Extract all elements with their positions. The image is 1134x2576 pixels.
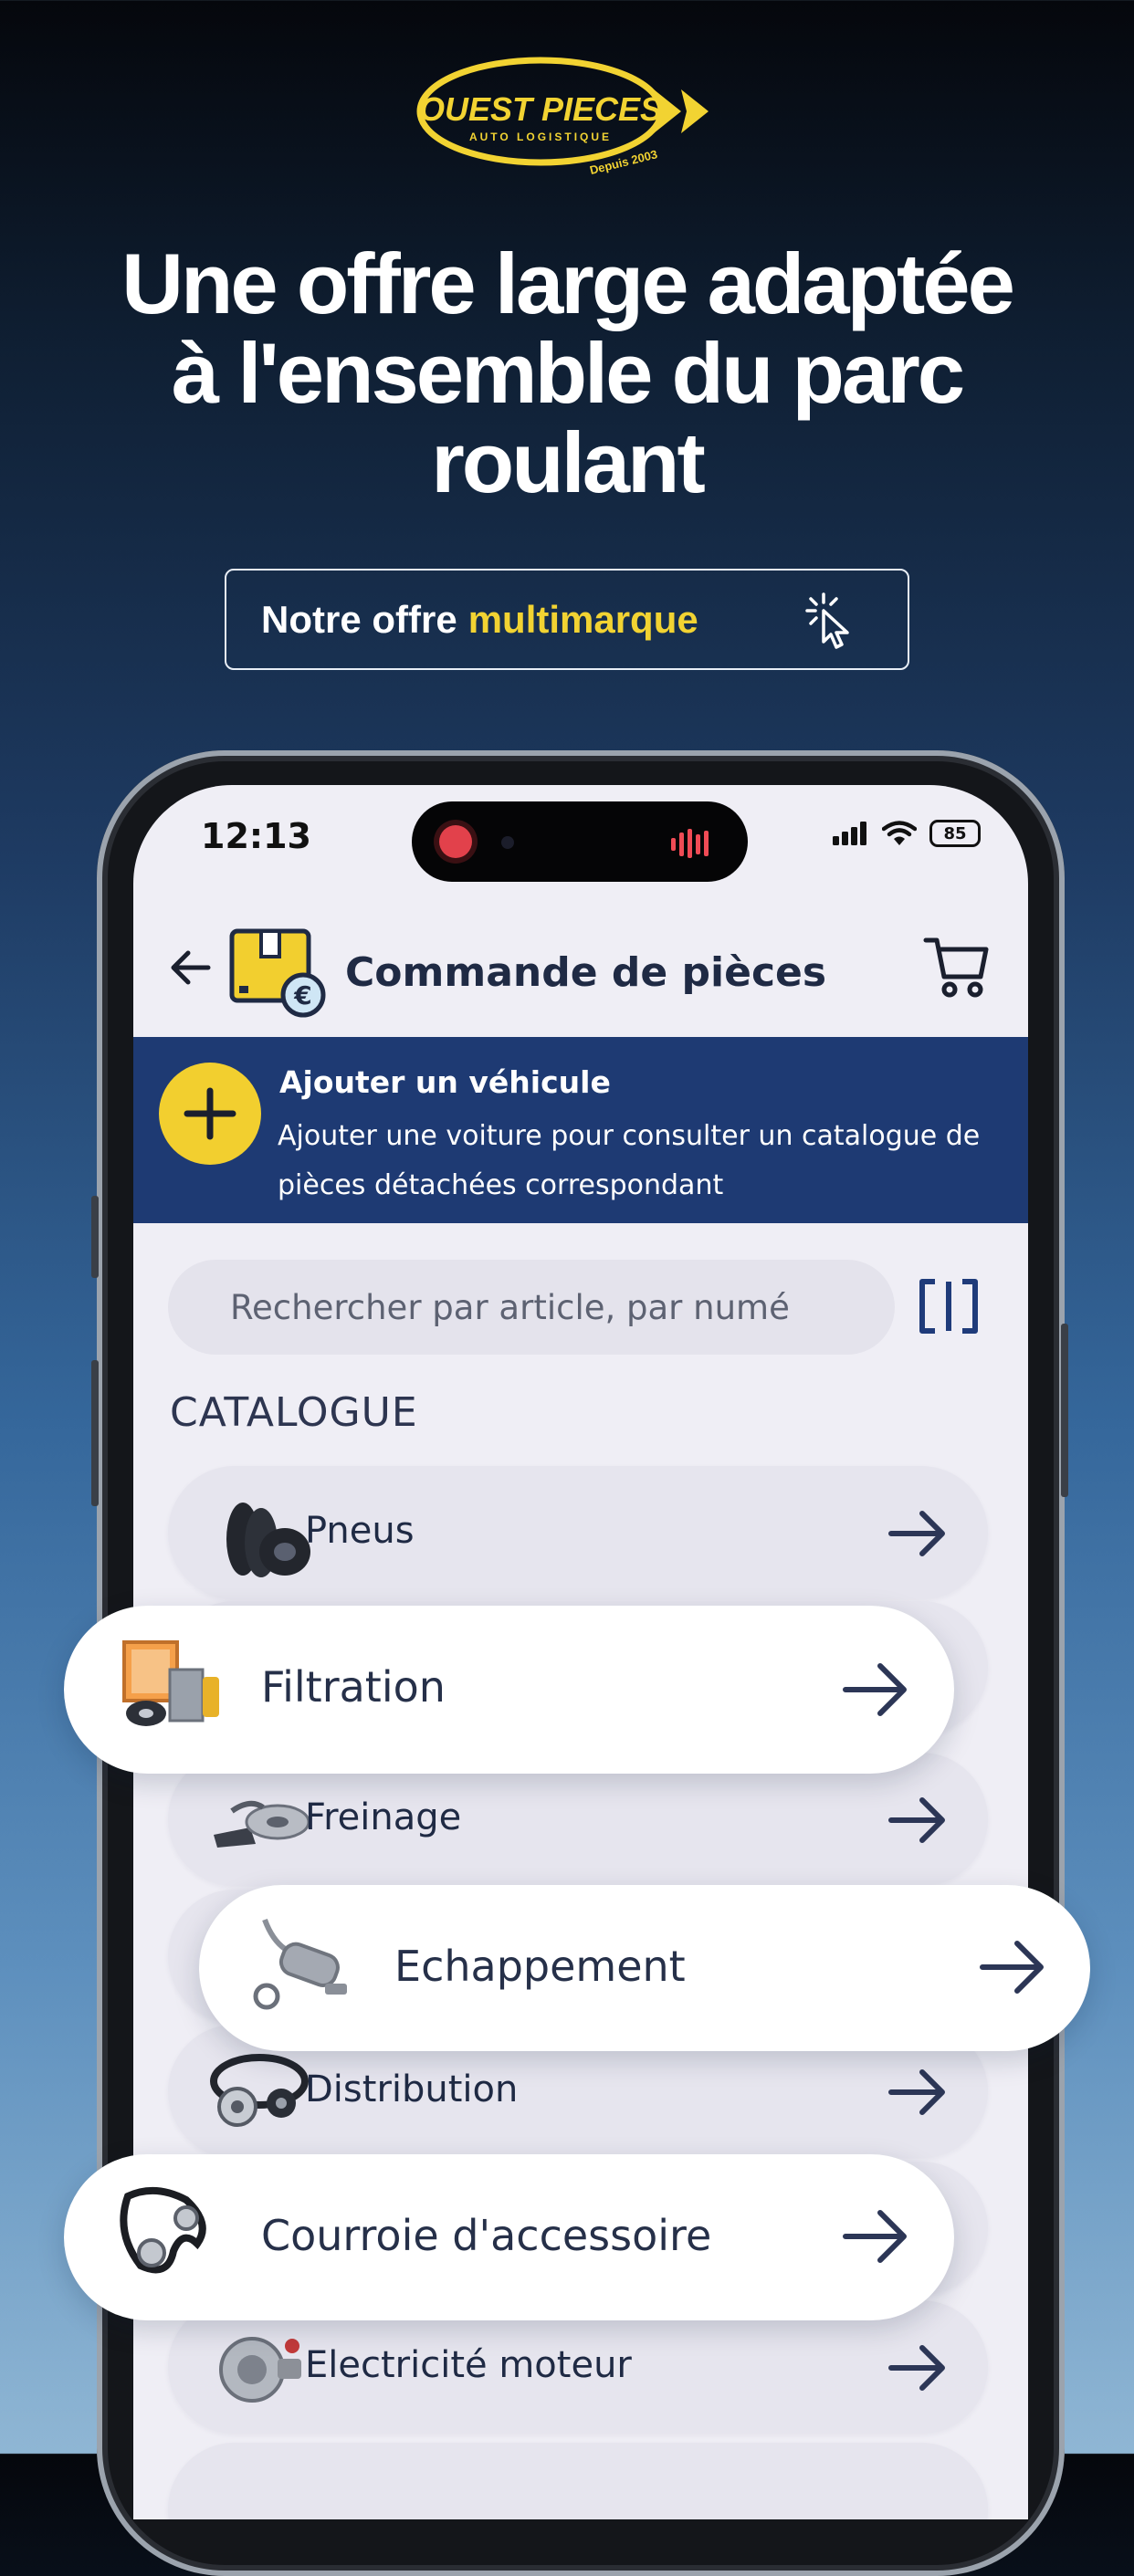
svg-text:€: € [293, 980, 311, 1011]
cta-label-prefix: Notre offre [261, 597, 457, 641]
add-vehicle-description: Ajouter une voiture pour consulter un ca… [278, 1120, 981, 1201]
multibrand-offer-button[interactable]: Notre offre multimarque [225, 569, 909, 670]
arrow-right-icon [980, 1941, 1044, 1994]
arrow-right-icon [843, 1663, 907, 1716]
timing-belt-icon [210, 2054, 309, 2127]
catalogue-item-label: Filtration [261, 1662, 446, 1712]
catalogue-title: CATALOGUE [170, 1389, 418, 1436]
dynamic-island [412, 801, 748, 882]
cta-label-accent: multimarque [467, 597, 698, 641]
status-bar: 12:13 85 [133, 785, 1028, 885]
arrow-left-icon[interactable] [164, 942, 215, 993]
catalogue-item-label: Distribution [305, 2068, 519, 2110]
cart-icon[interactable] [922, 935, 992, 1000]
catalogue-item-next-background [168, 2443, 988, 2519]
phone-side-button-volume-up [91, 1360, 99, 1506]
recording-indicator-icon [439, 825, 472, 858]
camera-lens [501, 836, 514, 849]
plus-icon [184, 1087, 236, 1140]
catalogue-item-echappement[interactable]: Echappement [199, 1885, 1090, 2051]
phone-side-button-power [1061, 1324, 1068, 1497]
exhaust-icon [253, 1918, 347, 2010]
catalogue-item-filtration[interactable]: Filtration [64, 1606, 954, 1774]
status-icons: 85 [833, 820, 981, 847]
audio-wave-icon [671, 829, 709, 858]
status-time: 12:13 [201, 816, 311, 856]
ouest-pieces-logo: OUEST PIECES AUTO LOGISTIQUE Depuis 2003 [416, 57, 709, 177]
logo-tagline: AUTO LOGISTIQUE [469, 131, 612, 143]
battery-icon: 85 [929, 820, 981, 847]
cellular-signal-icon [833, 822, 866, 845]
arrow-right-icon [888, 1511, 945, 1556]
catalogue-item-pneus[interactable]: Pneus [168, 1466, 988, 1599]
accessory-belt-icon [120, 2186, 206, 2274]
arrow-right-icon [888, 2345, 945, 2391]
headline-line-3: roulant [431, 414, 706, 510]
catalogue-item-label: Courroie d'accessoire [261, 2211, 712, 2260]
tires-icon [226, 1503, 310, 1577]
page-title: Commande de pièces [345, 949, 827, 996]
arrow-right-icon [843, 2210, 907, 2263]
add-vehicle-banner[interactable]: Ajouter un véhicule Ajouter une voiture … [133, 1037, 1028, 1223]
filters-icon [122, 1640, 219, 1726]
catalogue-item-label: Pneus [305, 1510, 415, 1552]
arrow-right-icon [888, 2069, 945, 2115]
add-vehicle-title: Ajouter un véhicule [279, 1064, 611, 1100]
add-vehicle-button[interactable] [159, 1063, 261, 1165]
wifi-icon [882, 821, 917, 845]
cursor-click-icon [805, 592, 849, 649]
logo-brand-name: OUEST PIECES [419, 90, 662, 128]
alternator-icon [219, 2337, 301, 2403]
headline-line-2: à l'ensemble du parc [171, 325, 965, 421]
search-input[interactable]: Rechercher par article, par numé [168, 1260, 895, 1355]
brake-disc-icon [214, 1800, 310, 1848]
catalogue-item-label: Freinage [305, 1796, 462, 1838]
headline: Une offre large adaptée à l'ensemble du … [0, 239, 1134, 508]
arrow-right-icon [888, 1797, 945, 1843]
catalogue-item-label: Electricité moteur [305, 2344, 632, 2386]
headline-line-1: Une offre large adaptée [121, 236, 1015, 331]
app-bar: € Commande de pièces [133, 913, 1028, 1031]
parcel-euro-icon: € [229, 928, 326, 1018]
catalogue-item-courroie-accessoire[interactable]: Courroie d'accessoire [64, 2154, 954, 2320]
catalogue-item-label: Echappement [394, 1942, 686, 1991]
phone-side-button-silent [91, 1196, 99, 1278]
barcode-scan-icon[interactable] [915, 1276, 982, 1336]
